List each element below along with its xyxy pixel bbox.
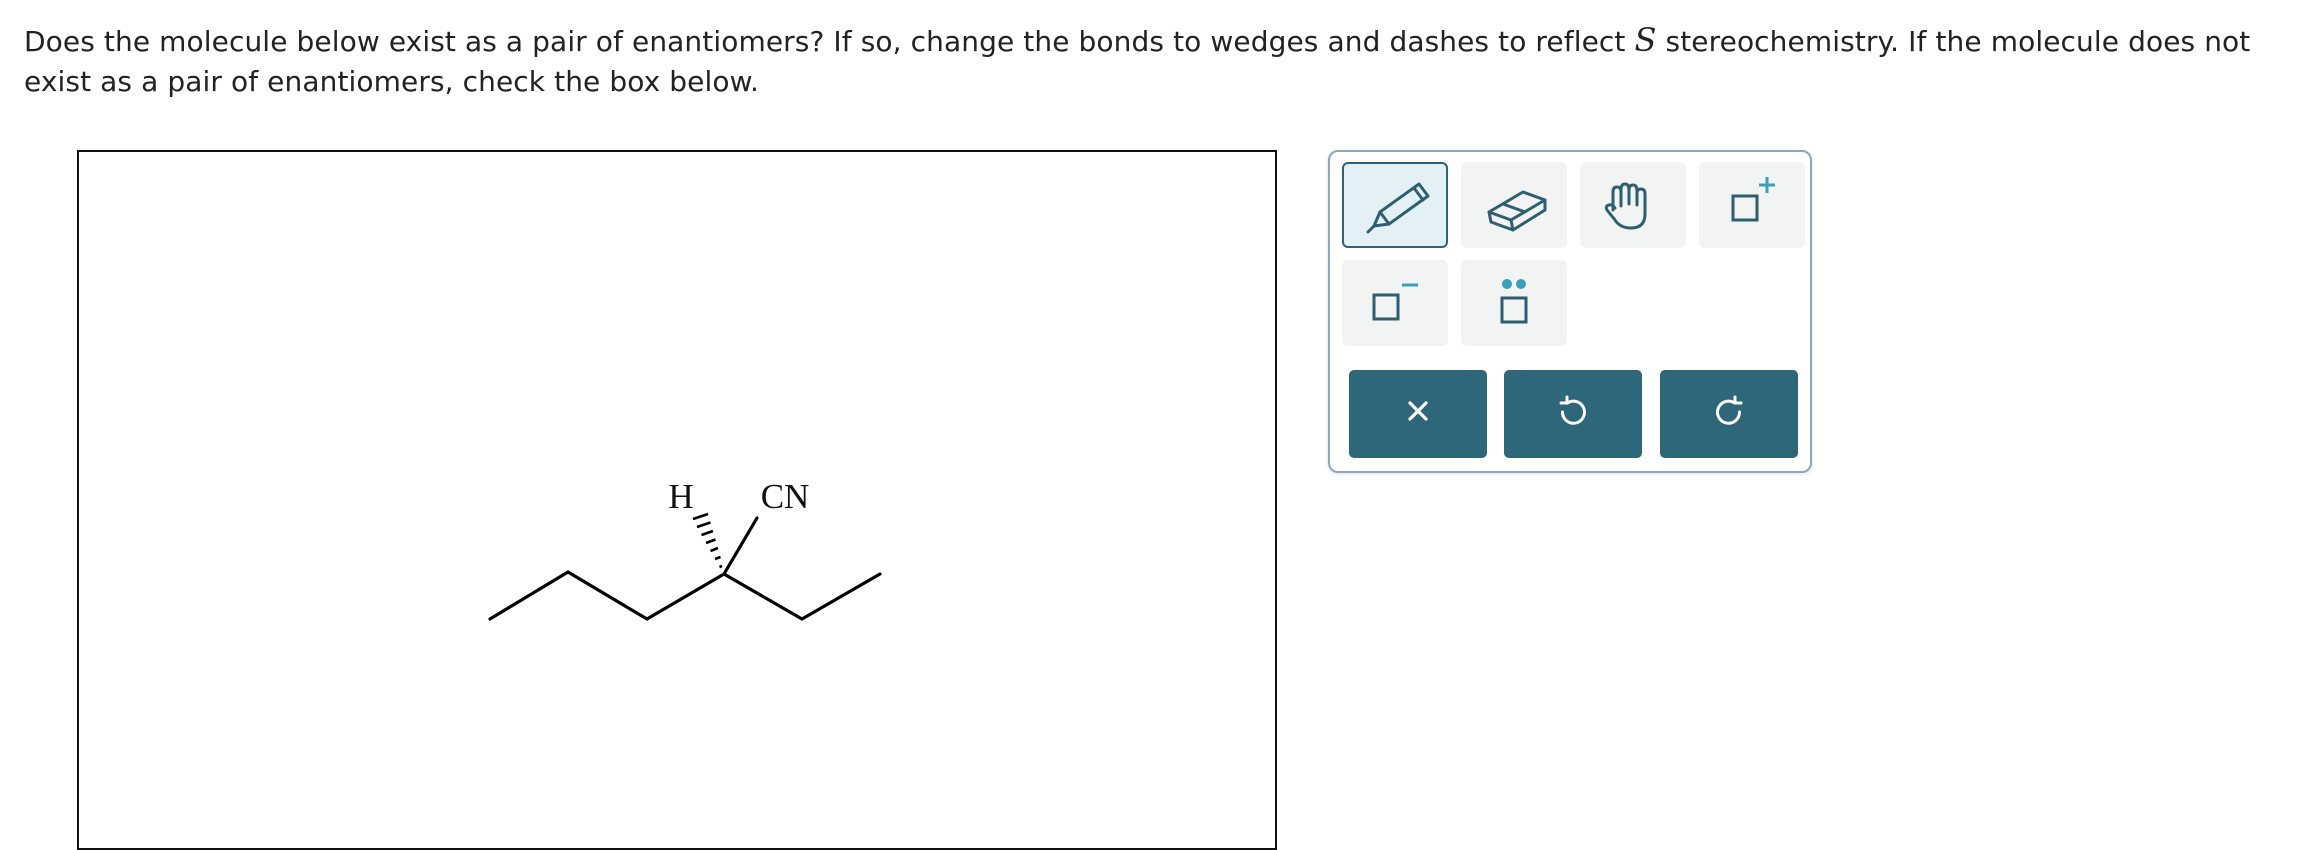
redo-button[interactable]: [1660, 370, 1798, 458]
undo-button[interactable]: [1504, 370, 1642, 458]
bond-c2-c3[interactable]: [566, 570, 649, 621]
hand-tool-button[interactable]: [1580, 162, 1686, 248]
pencil-icon: [1366, 182, 1430, 234]
undo-icon: [1559, 395, 1586, 425]
drawing-canvas[interactable]: H CN: [77, 150, 1277, 850]
eraser-tool-button[interactable]: [1461, 162, 1567, 248]
atom-label-h[interactable]: H: [668, 477, 693, 516]
eraser-icon: [1487, 190, 1547, 232]
clear-button[interactable]: [1349, 370, 1487, 458]
hand-icon: [1604, 182, 1647, 230]
molecule-drawing: H CN: [488, 477, 882, 621]
hashed-bond-to-h[interactable]: [692, 512, 723, 569]
bond-to-cn[interactable]: [722, 516, 759, 576]
bond-c5-c6[interactable]: [800, 572, 882, 621]
positive-charge-icon: [1731, 177, 1775, 222]
negative-charge-tool-button[interactable]: [1342, 260, 1448, 346]
close-icon: [1408, 401, 1428, 421]
bond-c3-c4[interactable]: [645, 572, 726, 621]
pencil-tool-button[interactable]: [1342, 162, 1448, 248]
positive-charge-tool-button[interactable]: [1699, 162, 1805, 248]
lone-pair-tool-button[interactable]: [1461, 260, 1567, 346]
bond-c4-c5[interactable]: [722, 572, 804, 621]
bond-c1-c2[interactable]: [488, 570, 570, 621]
lone-pair-icon: [1500, 279, 1528, 324]
drawing-toolbar: [1328, 150, 1812, 473]
atom-label-cn[interactable]: CN: [761, 477, 810, 516]
redo-icon: [1716, 395, 1743, 425]
negative-charge-icon: [1372, 283, 1418, 321]
